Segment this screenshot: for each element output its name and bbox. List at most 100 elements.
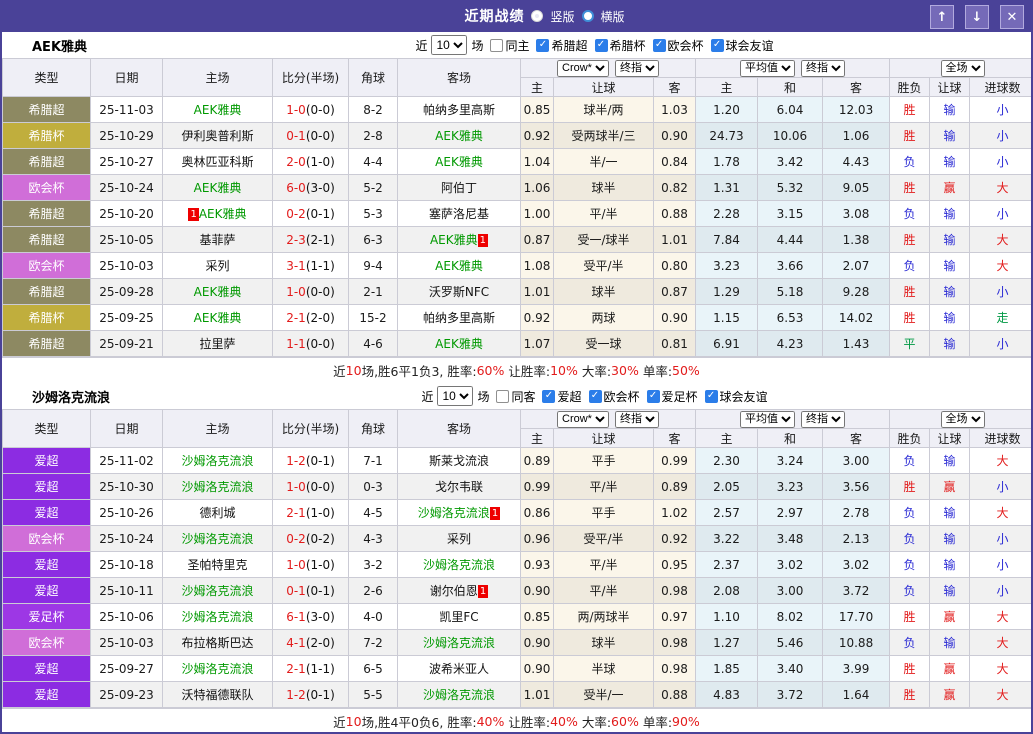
close-button[interactable]: ✕: [1000, 5, 1024, 29]
avg-home-odds: 2.08: [695, 577, 759, 604]
away-team-name[interactable]: AEK雅典: [430, 233, 478, 247]
same-venue-filter[interactable]: 同客: [489, 388, 535, 405]
away-team-name[interactable]: 阿伯丁: [441, 181, 477, 195]
average-select[interactable]: 平均值: [740, 59, 796, 77]
vertical-layout-radio[interactable]: [531, 10, 544, 22]
avg-draw-odds: 3.42: [757, 148, 824, 175]
away-team-name[interactable]: 斯莱戈流浪: [429, 454, 489, 468]
bookmaker-select[interactable]: Crow*: [557, 59, 609, 77]
checkbox-checked-icon[interactable]: ✓: [646, 389, 660, 403]
avg-home-odds: 1.20: [695, 96, 759, 123]
checkbox-checked-icon[interactable]: ✓: [542, 389, 556, 403]
league-filter[interactable]: ✓ 希腊超: [529, 37, 588, 54]
average-time-select[interactable]: 终指: [801, 59, 846, 77]
checkbox-checked-icon[interactable]: ✓: [704, 389, 718, 403]
home-team-name[interactable]: AEK雅典: [194, 181, 242, 195]
home-team-name[interactable]: 沙姆洛克流浪: [181, 532, 253, 546]
home-team-name[interactable]: 沃特福德联队: [181, 688, 253, 702]
league-filter[interactable]: ✓ 欧会杯: [582, 388, 640, 405]
home-team-name[interactable]: AEK雅典: [199, 207, 247, 221]
halftime-score: (0-0): [305, 479, 335, 494]
checkbox-checked-icon[interactable]: ✓: [710, 38, 724, 52]
checkbox-checked-icon[interactable]: ✓: [536, 38, 550, 52]
home-team-name[interactable]: 圣帕特里克: [187, 558, 247, 572]
match-row: 爱超 25-09-23 沃特福德联队 1-2(0-1) 5-5 沙姆洛克流浪 1…: [2, 681, 1031, 708]
away-team-name[interactable]: AEK雅典: [435, 155, 483, 169]
result-handicap: 输: [929, 96, 971, 123]
handicap-away-odds: 0.98: [652, 655, 697, 682]
league-filter[interactable]: ✓ 球会友谊: [704, 37, 774, 54]
away-team-name[interactable]: AEK雅典: [435, 337, 483, 351]
match-date: 25-10-29: [90, 122, 163, 149]
handicap-away-odds: 0.88: [652, 200, 697, 227]
league-filter-label: 球会友谊: [719, 389, 768, 404]
vertical-layout-label[interactable]: 竖版: [550, 8, 574, 25]
checkbox-checked-icon[interactable]: ✓: [594, 38, 608, 52]
away-team-name[interactable]: 沙姆洛克流浪: [418, 506, 490, 520]
league-filter-label: 欧会杯: [603, 389, 640, 404]
home-team-name[interactable]: AEK雅典: [194, 285, 242, 299]
away-team-name[interactable]: 帕纳多里高斯: [423, 311, 495, 325]
league-filters: ✓ 爱超 ✓ 欧会杯 ✓ 爱足杯 ✓ 球会友谊: [535, 387, 768, 405]
scope-select[interactable]: 全场: [940, 410, 985, 428]
away-team-name[interactable]: 沙姆洛克流浪: [423, 636, 495, 650]
near-count-select[interactable]: 10: [437, 386, 474, 406]
handicap-away-odds: 0.87: [652, 278, 697, 305]
average-select[interactable]: 平均值: [740, 410, 796, 428]
move-down-button[interactable]: ↓: [965, 5, 989, 29]
away-team-name[interactable]: AEK雅典: [435, 259, 483, 273]
away-team-name[interactable]: 戈尔韦联: [435, 480, 483, 494]
scope-select[interactable]: 全场: [940, 59, 985, 77]
checkbox-unchecked-icon[interactable]: [496, 389, 510, 403]
away-team-name[interactable]: 沙姆洛克流浪: [423, 688, 495, 702]
home-team-name[interactable]: 沙姆洛克流浪: [181, 480, 253, 494]
handicap-time-select[interactable]: 终指: [615, 59, 659, 77]
away-team-name[interactable]: AEK雅典: [435, 129, 483, 143]
away-team-name[interactable]: 沃罗斯NFC: [429, 285, 489, 299]
away-team-name[interactable]: 波希米亚人: [429, 662, 489, 676]
away-team-name[interactable]: 塞萨洛尼基: [429, 207, 489, 221]
horizontal-layout-label[interactable]: 横版: [601, 8, 625, 25]
league-filter[interactable]: ✓ 爱超: [535, 388, 582, 405]
home-team-name[interactable]: 沙姆洛克流浪: [181, 584, 253, 598]
near-count-select[interactable]: 10: [431, 35, 468, 55]
home-team-name[interactable]: 德利城: [199, 506, 235, 520]
home-team-name[interactable]: 拉里萨: [199, 337, 235, 351]
home-team-name[interactable]: AEK雅典: [194, 311, 242, 325]
league-filter[interactable]: ✓ 球会友谊: [698, 388, 768, 405]
horizontal-layout-radio[interactable]: [581, 10, 594, 22]
match-date: 25-09-25: [90, 304, 163, 331]
result-win-loss: 负: [889, 252, 931, 279]
score-cell: 0-1(0-1): [272, 577, 349, 604]
checkbox-checked-icon[interactable]: ✓: [588, 389, 602, 403]
away-team-name[interactable]: 沙姆洛克流浪: [423, 558, 495, 572]
league-filter[interactable]: ✓ 希腊杯: [588, 37, 646, 54]
league-filter[interactable]: ✓ 欧会杯: [646, 37, 704, 54]
home-team-name[interactable]: AEK雅典: [194, 103, 242, 117]
away-team-name[interactable]: 帕纳多里高斯: [423, 103, 495, 117]
home-team-name[interactable]: 沙姆洛克流浪: [181, 662, 253, 676]
handicap-time-select[interactable]: 终指: [615, 410, 659, 428]
checkbox-checked-icon[interactable]: ✓: [652, 38, 666, 52]
average-time-select[interactable]: 终指: [801, 410, 846, 428]
bookmaker-select[interactable]: Crow*: [557, 410, 609, 428]
avg-draw-odds: 3.24: [757, 447, 824, 474]
same-venue-filter[interactable]: 同主: [483, 37, 529, 54]
away-team-name[interactable]: 凯里FC: [439, 610, 478, 624]
move-up-button[interactable]: ↑: [930, 5, 954, 29]
home-team-name[interactable]: 奥林匹亚科斯: [181, 155, 253, 169]
home-team-name[interactable]: 沙姆洛克流浪: [181, 454, 253, 468]
result-handicap: 输: [929, 577, 971, 604]
result-handicap: 输: [929, 122, 971, 149]
halftime-score: (0-1): [305, 687, 335, 702]
home-team-name[interactable]: 布拉格斯巴达: [181, 636, 253, 650]
away-team-name[interactable]: 采列: [447, 532, 471, 546]
league-filter[interactable]: ✓ 爱足杯: [640, 388, 698, 405]
summary-segment: 10: [345, 714, 362, 729]
away-team-name[interactable]: 谢尔伯恩: [430, 584, 478, 598]
checkbox-unchecked-icon[interactable]: [490, 38, 504, 52]
home-team-name[interactable]: 伊利奥普利斯: [181, 129, 253, 143]
home-team-name[interactable]: 采列: [205, 259, 229, 273]
home-team-name[interactable]: 基菲萨: [199, 233, 235, 247]
home-team-name[interactable]: 沙姆洛克流浪: [181, 610, 253, 624]
